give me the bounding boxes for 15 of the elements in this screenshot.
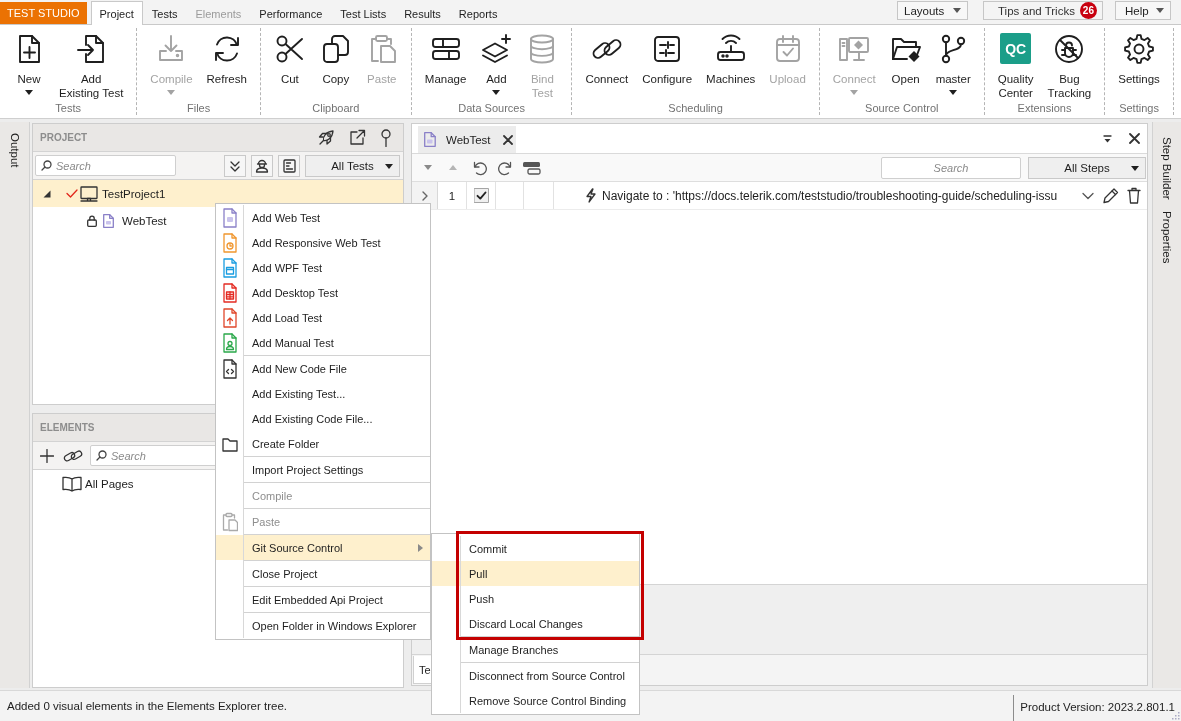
step-number: 1 [448,189,456,202]
step-description: Navigate to : 'https://docs.telerik.com/teststudio/troubleshooting-guide/scheduling-issu [602,188,1058,203]
ribbon-group-label: Clipboard [311,101,361,115]
ribbon-group-label: Files [185,101,212,115]
ribbon-group-label: Data Sources [457,101,526,115]
ribbon-group-label: Source Control [864,101,940,115]
count-badge: 26 [1079,2,1097,19]
logo-tile: QC [1000,33,1032,64]
status-message: Added 0 visual elements in the Elements Explorer tree. [6,700,287,712]
panel-title: PROJECT [40,132,88,143]
ribbon-group-label: Settings [1118,101,1160,115]
ribbon-group-label: Extensions [1016,101,1073,115]
panel-title: ELEMENTS [40,422,95,433]
ribbon-group-label: Tests [54,101,82,115]
ribbon-group-label: Scheduling [667,101,724,115]
